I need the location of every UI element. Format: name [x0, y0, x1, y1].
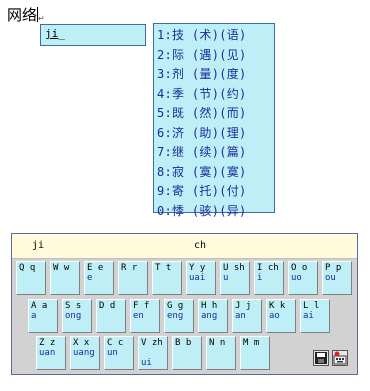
key-final-label: ai — [303, 311, 314, 321]
keyboard-key-hint-label: ch — [194, 240, 207, 251]
candidate-item[interactable]: 5:既 (然)(而) — [157, 104, 274, 124]
key-letter: F f — [133, 301, 150, 311]
paragraph-mark-icon: ↵ — [38, 14, 45, 23]
key-letter: O o — [291, 263, 308, 273]
key-letter: H h — [201, 301, 218, 311]
key-letter: J j — [235, 301, 252, 311]
keyboard-key[interactable]: J j an — [232, 299, 262, 333]
keyboard-key[interactable]: V zh ui — [138, 336, 168, 370]
candidate-item[interactable]: 3:剂 (量)(度) — [157, 65, 274, 85]
document-text: 网络 — [7, 6, 38, 24]
key-letter: Y y — [189, 263, 206, 273]
key-letter: N n — [209, 338, 226, 348]
candidate-item[interactable]: 8:寂 (寞)(寞) — [157, 163, 274, 183]
key-letter: R r — [121, 263, 138, 273]
candidate-item[interactable]: 7:继 (续)(篇) — [157, 143, 274, 163]
key-letter: Q q — [19, 263, 36, 273]
key-final-label: eng — [167, 311, 184, 321]
key-letter: W w — [53, 263, 70, 273]
key-letter: E e — [87, 263, 104, 273]
key-final-label: en — [133, 311, 144, 321]
candidate-item[interactable]: 9:寄 (托)(付) — [157, 182, 274, 202]
key-letter: I ch — [257, 263, 279, 273]
key-letter: M m — [243, 338, 260, 348]
key-letter: B b — [175, 338, 192, 348]
keyboard-key[interactable]: W w — [50, 261, 80, 295]
candidate-item[interactable]: 4:季 (节)(约) — [157, 85, 274, 105]
key-final-label: un — [107, 348, 118, 358]
key-final-label: a — [31, 311, 37, 321]
keyboard-key[interactable]: Z z uan — [36, 336, 66, 370]
keyboard-key[interactable]: G g eng — [164, 299, 194, 333]
key-letter: G g — [167, 301, 184, 311]
keyboard-input-label: ji — [32, 240, 45, 251]
key-final-label: ang — [201, 311, 218, 321]
ime-candidate-list: 1:技 (术)(语) 2:际 (遇)(见) 3:剂 (量)(度) 4:季 (节)… — [153, 23, 275, 218]
key-letter: A a — [31, 301, 48, 311]
key-final-label-secondary: ui — [141, 358, 152, 368]
key-letter: D d — [99, 301, 116, 311]
key-letter: S s — [65, 301, 82, 311]
keyboard-key[interactable]: P p ou — [322, 261, 352, 295]
key-letter: T t — [155, 263, 172, 273]
key-final-label: i — [257, 273, 263, 283]
key-letter: U sh — [223, 263, 245, 273]
key-letter: P p — [325, 263, 342, 273]
keyboard-key[interactable]: K k ao — [266, 299, 296, 333]
keyboard-key[interactable]: X x uang — [70, 336, 100, 370]
key-final-label: ong — [65, 311, 82, 321]
soft-keyboard: ji ch Q qW wE eeR rT tY y uai U sh u I ch i O … — [11, 233, 358, 375]
key-letter: L l — [303, 301, 320, 311]
floppy-disk-icon[interactable] — [313, 350, 329, 366]
keyboard-key[interactable]: O o uo — [288, 261, 318, 295]
key-final-label: ao — [269, 311, 280, 321]
key-final-label: an — [235, 311, 246, 321]
keyboard-key[interactable]: E ee — [84, 261, 114, 295]
key-final-label: uan — [39, 348, 56, 358]
key-letter: V zh — [141, 338, 163, 348]
key-final-label: ou — [325, 273, 336, 283]
keyboard-key[interactable]: C c un — [104, 336, 134, 370]
key-letter: C c — [107, 338, 124, 348]
keyboard-key[interactable]: D d — [96, 299, 126, 333]
ime-cursor: _ — [58, 27, 65, 40]
key-final-label: uai — [189, 273, 206, 283]
ime-composition-box[interactable]: ji_ — [40, 24, 146, 46]
ime-input-text: ji — [45, 27, 59, 40]
key-final-label: uang — [73, 348, 95, 358]
keyboard-key[interactable]: Y y uai — [186, 261, 216, 295]
keyboard-settings-icon[interactable] — [332, 350, 348, 366]
keyboard-key[interactable]: M m — [240, 336, 270, 370]
candidate-item[interactable]: 2:际 (遇)(见) — [157, 46, 274, 66]
document-text-line[interactable]: 网络↵ — [7, 4, 45, 25]
keyboard-key[interactable]: S s ong — [62, 299, 92, 333]
candidate-item[interactable]: 1:技 (术)(语) — [157, 26, 274, 46]
candidate-item[interactable]: 6:济 (助)(理) — [157, 124, 274, 144]
keyboard-key[interactable]: T t — [152, 261, 182, 295]
keyboard-key[interactable]: R r — [118, 261, 148, 295]
key-final-label: e — [87, 273, 93, 283]
keyboard-key[interactable]: N n — [206, 336, 236, 370]
keyboard-key[interactable]: B b — [172, 336, 202, 370]
key-letter: X x — [73, 338, 90, 348]
candidate-item[interactable]: 0:悸 (骇)(异) — [157, 202, 274, 222]
keyboard-key[interactable]: A aa — [28, 299, 58, 333]
key-final-label: u — [223, 273, 229, 283]
key-letter: K k — [269, 301, 286, 311]
key-letter: Z z — [39, 338, 56, 348]
keyboard-status-bar: ji ch — [12, 234, 357, 259]
keyboard-key[interactable]: H h ang — [198, 299, 228, 333]
key-final-label: uo — [291, 273, 302, 283]
keyboard-key[interactable]: I ch i — [254, 261, 284, 295]
keyboard-key[interactable]: F f en — [130, 299, 160, 333]
keyboard-key[interactable]: Q q — [16, 261, 46, 295]
keyboard-key[interactable]: U sh u — [220, 261, 250, 295]
keyboard-key[interactable]: L l ai — [300, 299, 330, 333]
